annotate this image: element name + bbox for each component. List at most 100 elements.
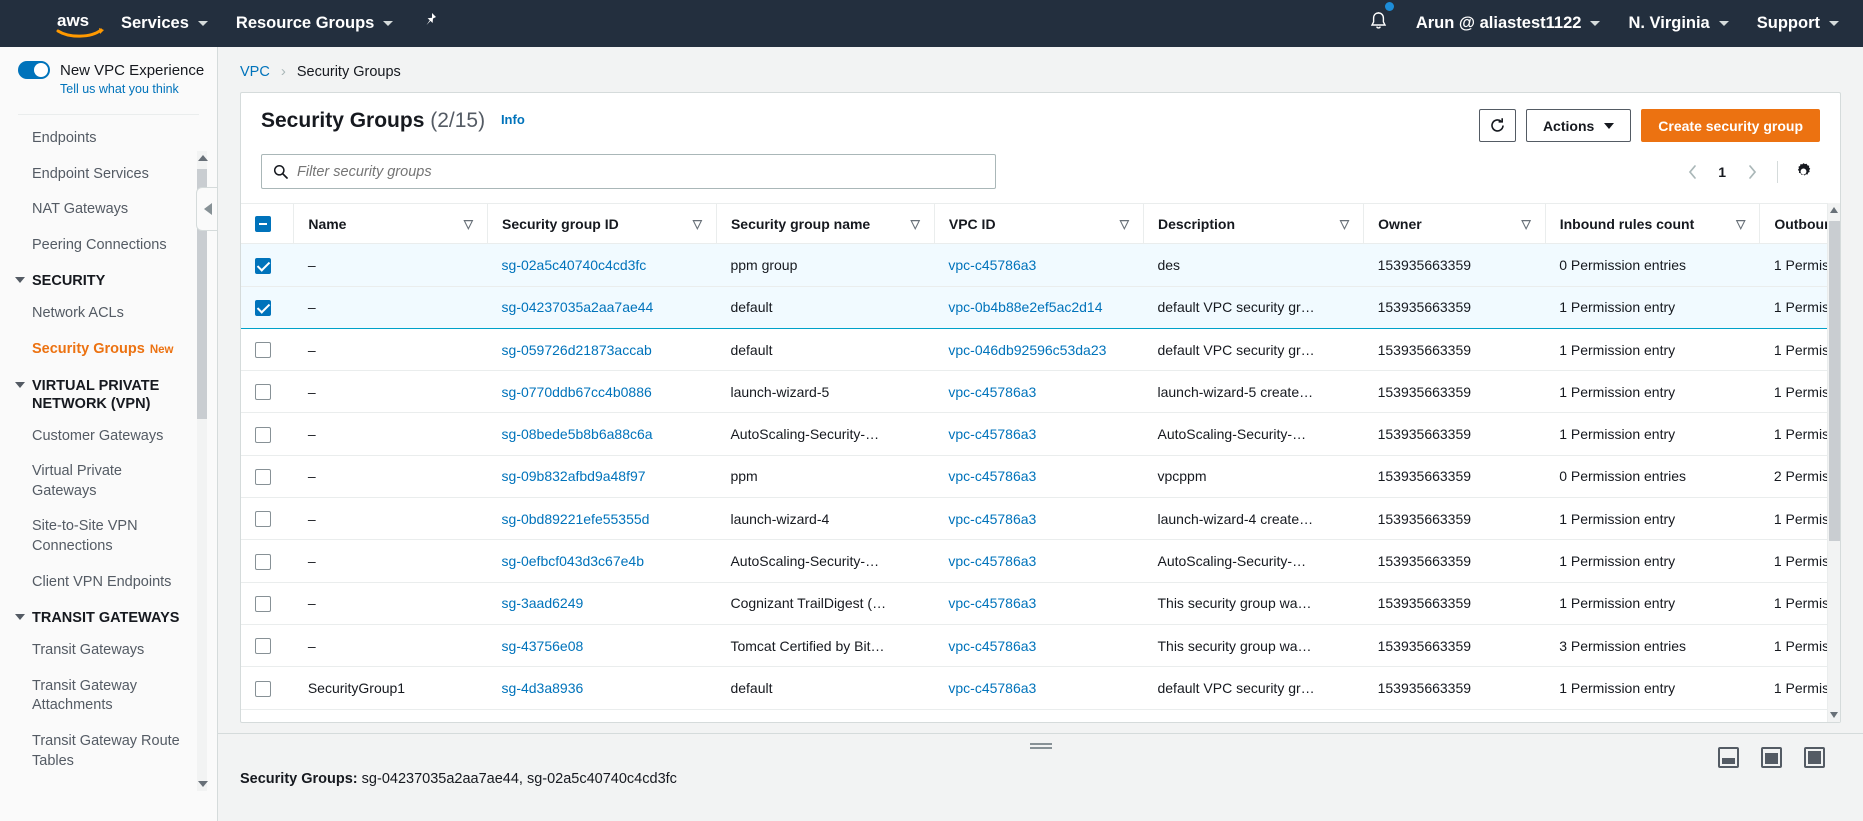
table-row[interactable]: –sg-0770ddb67cc4b0886launch-wizard-5vpc-… — [241, 371, 1840, 413]
row-select-cell[interactable] — [241, 244, 294, 286]
table-row[interactable]: –sg-43756e08Tomcat Certified by Bit…vpc-… — [241, 624, 1840, 666]
select-all-checkbox[interactable] — [255, 216, 271, 232]
new-vpc-experience-toggle[interactable] — [18, 61, 50, 79]
table-row[interactable]: –sg-0bd89221efe55355dlaunch-wizard-4vpc-… — [241, 498, 1840, 540]
scroll-up-arrow-icon[interactable] — [1830, 207, 1838, 213]
scroll-down-arrow-icon[interactable] — [198, 781, 208, 787]
cell-vpc-id[interactable]: vpc-c45786a3 — [934, 582, 1143, 624]
cell-vpc-id[interactable]: vpc-c45786a3 — [934, 413, 1143, 455]
column-header-inbound-rules-count[interactable]: Inbound rules count ▽ — [1545, 204, 1760, 244]
nav-resource-groups[interactable]: Resource Groups — [222, 0, 407, 47]
next-page-button[interactable] — [1739, 159, 1765, 185]
row-select-cell[interactable] — [241, 582, 294, 624]
cell-security-group-id[interactable]: sg-4e116c35 — [488, 709, 717, 722]
sidebar-item-customer-gateways[interactable]: Customer Gateways — [0, 419, 195, 455]
cell-vpc-id[interactable]: vpc-c45786a3 — [934, 540, 1143, 582]
sidebar-group-security[interactable]: SECURITY — [0, 263, 195, 296]
row-checkbox[interactable] — [255, 384, 271, 400]
sort-icon[interactable]: ▽ — [1521, 217, 1530, 231]
table-scrollbar-thumb[interactable] — [1829, 221, 1840, 541]
search-input[interactable] — [297, 164, 984, 180]
cell-vpc-id[interactable]: vpc-c45786a3 — [934, 667, 1143, 709]
row-checkbox[interactable] — [255, 427, 271, 443]
table-vertical-scrollbar[interactable] — [1827, 203, 1840, 722]
sidebar-item-transit-gateway-attachments[interactable]: Transit Gateway Attachments — [0, 669, 195, 724]
create-security-group-button[interactable]: Create security group — [1641, 109, 1820, 142]
aws-logo[interactable]: aws — [55, 9, 107, 39]
nav-services[interactable]: Services — [107, 0, 222, 47]
cell-security-group-id[interactable]: sg-0770ddb67cc4b0886 — [488, 371, 717, 413]
cell-security-group-id[interactable]: sg-09b832afbd9a48f97 — [488, 455, 717, 497]
row-select-cell[interactable] — [241, 328, 294, 370]
cell-vpc-id[interactable]: vpc-046db92596c53da23 — [934, 328, 1143, 370]
cell-security-group-id[interactable]: sg-059726d21873accab — [488, 328, 717, 370]
sidebar-item-security-groups[interactable]: Security GroupsNew — [0, 332, 195, 368]
prev-page-button[interactable] — [1679, 159, 1705, 185]
table-row[interactable]: –sg-0efbcf043d3c67e4bAutoScaling-Securit… — [241, 540, 1840, 582]
row-checkbox[interactable] — [255, 469, 271, 485]
table-row[interactable]: –sg-4e116c35CloudCheckr Cost and …vpc-c4… — [241, 709, 1840, 722]
pin-icon[interactable] — [423, 12, 439, 35]
support-menu[interactable]: Support — [1743, 0, 1853, 47]
cell-security-group-id[interactable]: sg-08bede5b8b6a88c6a — [488, 413, 717, 455]
row-select-cell[interactable] — [241, 624, 294, 666]
column-header-security-group-id[interactable]: Security group ID ▽ — [488, 204, 717, 244]
column-header-description[interactable]: Description ▽ — [1143, 204, 1363, 244]
column-header-vpc-id[interactable]: VPC ID ▽ — [934, 204, 1143, 244]
row-checkbox[interactable] — [255, 596, 271, 612]
row-checkbox[interactable] — [255, 511, 271, 527]
sidebar-item-nat-gateways[interactable]: NAT Gateways — [0, 192, 195, 228]
feedback-link[interactable]: Tell us what you think — [60, 82, 217, 96]
sidebar-item-transit-gateway-multicast[interactable]: Transit Gateway Multicast — [0, 779, 195, 781]
sidebar-item-client-vpn-endpoints[interactable]: Client VPN Endpoints — [0, 565, 195, 601]
row-select-cell[interactable] — [241, 498, 294, 540]
cell-security-group-id[interactable]: sg-04237035a2aa7ae44 — [488, 286, 717, 328]
row-select-cell[interactable] — [241, 286, 294, 328]
row-checkbox[interactable] — [255, 342, 271, 358]
account-menu[interactable]: Arun @ aliastest1122 — [1402, 0, 1615, 47]
cell-security-group-id[interactable]: sg-43756e08 — [488, 624, 717, 666]
column-header-name[interactable]: Name ▽ — [294, 204, 488, 244]
split-bottom-small-icon[interactable] — [1718, 747, 1739, 768]
split-bottom-large-icon[interactable] — [1761, 747, 1782, 768]
table-row[interactable]: –sg-02a5c40740c4cd3fcppm groupvpc-c45786… — [241, 244, 1840, 286]
sort-icon[interactable]: ▽ — [464, 217, 473, 231]
sidebar-scrollbar[interactable] — [197, 151, 207, 791]
row-select-cell[interactable] — [241, 709, 294, 722]
row-checkbox[interactable] — [255, 554, 271, 570]
sidebar-item-transit-gateways[interactable]: Transit Gateways — [0, 633, 195, 669]
page-number[interactable]: 1 — [1709, 164, 1735, 180]
sidebar-item-endpoints[interactable]: Endpoints — [0, 121, 195, 157]
sidebar-item-transit-gateway-route-tables[interactable]: Transit Gateway Route Tables — [0, 724, 195, 779]
sort-icon[interactable]: ▽ — [911, 217, 920, 231]
refresh-button[interactable] — [1479, 109, 1516, 142]
cell-vpc-id[interactable]: vpc-c45786a3 — [934, 498, 1143, 540]
table-row[interactable]: –sg-08bede5b8b6a88c6aAutoScaling-Securit… — [241, 413, 1840, 455]
cell-vpc-id[interactable]: vpc-c45786a3 — [934, 244, 1143, 286]
cell-security-group-id[interactable]: sg-0bd89221efe55355d — [488, 498, 717, 540]
sidebar-group-transit-gateways[interactable]: TRANSIT GATEWAYS — [0, 600, 195, 633]
sidebar-item-virtual-private-gateways[interactable]: Virtual Private Gateways — [0, 454, 195, 509]
notifications-bell[interactable] — [1355, 11, 1402, 37]
row-select-cell[interactable] — [241, 371, 294, 413]
sidebar-group-virtual-private-network-vpn[interactable]: VIRTUAL PRIVATE NETWORK (VPN) — [0, 368, 195, 419]
table-row[interactable]: –sg-04237035a2aa7ae44defaultvpc-0b4b88e2… — [241, 286, 1840, 328]
row-checkbox[interactable] — [255, 681, 271, 697]
table-row[interactable]: –sg-09b832afbd9a48f97ppmvpc-c45786a3vpcp… — [241, 455, 1840, 497]
column-header-owner[interactable]: Owner ▽ — [1364, 204, 1546, 244]
sidebar-item-network-acls[interactable]: Network ACLs — [0, 296, 195, 332]
row-select-cell[interactable] — [241, 455, 294, 497]
search-box[interactable] — [261, 154, 996, 189]
cell-security-group-id[interactable]: sg-0efbcf043d3c67e4b — [488, 540, 717, 582]
table-settings-button[interactable] — [1790, 159, 1816, 185]
split-full-icon[interactable] — [1804, 747, 1825, 768]
cell-vpc-id[interactable]: vpc-c45786a3 — [934, 709, 1143, 722]
panel-resize-handle[interactable] — [218, 733, 1863, 753]
cell-vpc-id[interactable]: vpc-0b4b88e2ef5ac2d14 — [934, 286, 1143, 328]
actions-button[interactable]: Actions — [1526, 109, 1631, 142]
cell-vpc-id[interactable]: vpc-c45786a3 — [934, 455, 1143, 497]
sort-icon[interactable]: ▽ — [1120, 217, 1129, 231]
region-menu[interactable]: N. Virginia — [1614, 0, 1742, 47]
sidebar-item-site-to-site-vpn-connections[interactable]: Site-to-Site VPN Connections — [0, 509, 195, 564]
sidebar-item-endpoint-services[interactable]: Endpoint Services — [0, 157, 195, 193]
